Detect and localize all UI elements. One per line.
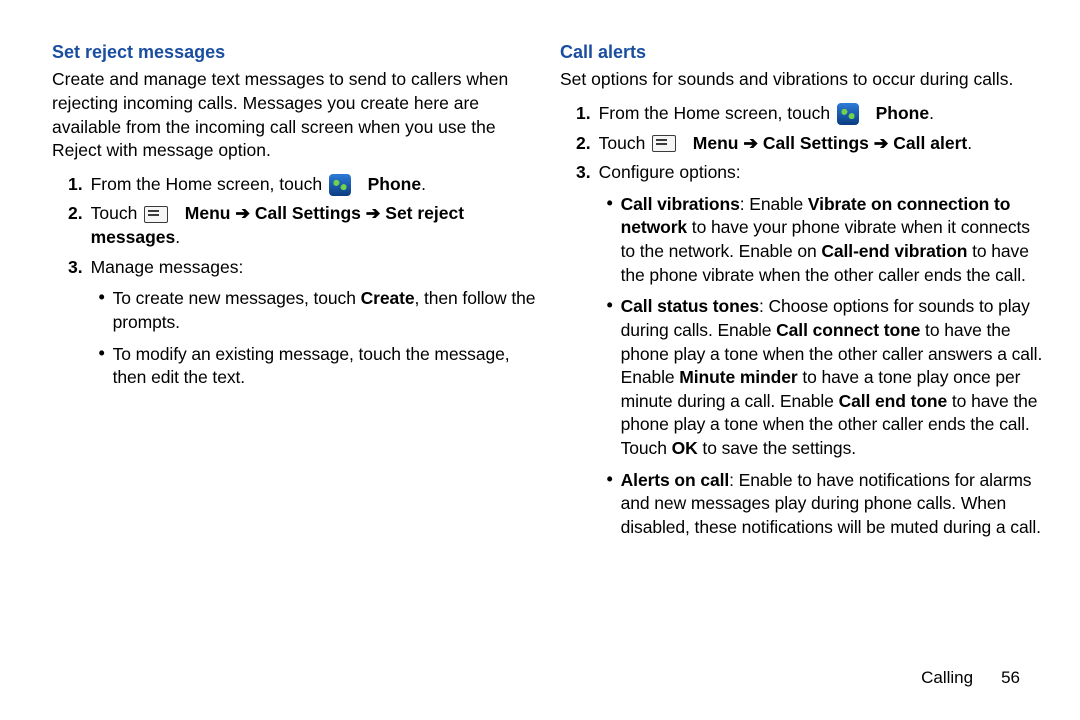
menu-icon [144,206,168,223]
step-number: 1. [576,102,591,126]
bullet: • To modify an existing message, touch t… [91,343,536,390]
bullet-dot: • [99,343,105,364]
page-footer: Calling 56 [921,667,1020,690]
step-1: 1. From the Home screen, touch Phone. [560,102,1044,126]
step-number: 3. [576,161,591,185]
step-3: 3. Configure options: • Call vibrations:… [560,161,1044,547]
steps-left: 1. From the Home screen, touch Phone. 2.… [52,173,536,398]
bullet-dot: • [607,193,613,214]
bullet: • Alerts on call: Enable to have notific… [599,469,1044,540]
phone-icon [329,174,351,196]
step-2: 2. Touch Menu ➔ Call Settings ➔ Set reje… [52,202,536,249]
intro-right: Set options for sounds and vibrations to… [560,68,1044,92]
left-column: Set reject messages Create and manage te… [52,40,536,554]
right-column: Call alerts Set options for sounds and v… [560,40,1044,554]
bullet-dot: • [99,287,105,308]
bullet: • Call status tones: Choose options for … [599,295,1044,460]
bullets-left: • To create new messages, touch Create, … [91,287,536,390]
bullet-dot: • [607,295,613,316]
step-number: 3. [68,256,83,280]
bullet-dot: • [607,469,613,490]
heading-call-alerts: Call alerts [560,40,1044,64]
phone-icon [837,103,859,125]
step-number: 1. [68,173,83,197]
step-1: 1. From the Home screen, touch Phone. [52,173,536,197]
footer-section: Calling [921,667,973,690]
step-text: Configure options: • Call vibrations: En… [599,161,1044,547]
bullets-right: • Call vibrations: Enable Vibrate on con… [599,193,1044,540]
step-text: Manage messages: • To create new message… [91,256,536,398]
bullet: • Call vibrations: Enable Vibrate on con… [599,193,1044,288]
step-text: From the Home screen, touch Phone. [91,173,536,197]
bullet: • To create new messages, touch Create, … [91,287,536,334]
menu-icon [652,135,676,152]
step-text: Touch Menu ➔ Call Settings ➔ Set reject … [91,202,536,249]
step-number: 2. [576,132,591,156]
step-2: 2. Touch Menu ➔ Call Settings ➔ Call ale… [560,132,1044,156]
step-text: From the Home screen, touch Phone. [599,102,1044,126]
intro-left: Create and manage text messages to send … [52,68,536,163]
footer-page-number: 56 [1001,667,1020,690]
step-3: 3. Manage messages: • To create new mess… [52,256,536,398]
step-number: 2. [68,202,83,226]
step-text: Touch Menu ➔ Call Settings ➔ Call alert. [599,132,1044,156]
heading-set-reject-messages: Set reject messages [52,40,536,64]
steps-right: 1. From the Home screen, touch Phone. 2.… [560,102,1044,548]
